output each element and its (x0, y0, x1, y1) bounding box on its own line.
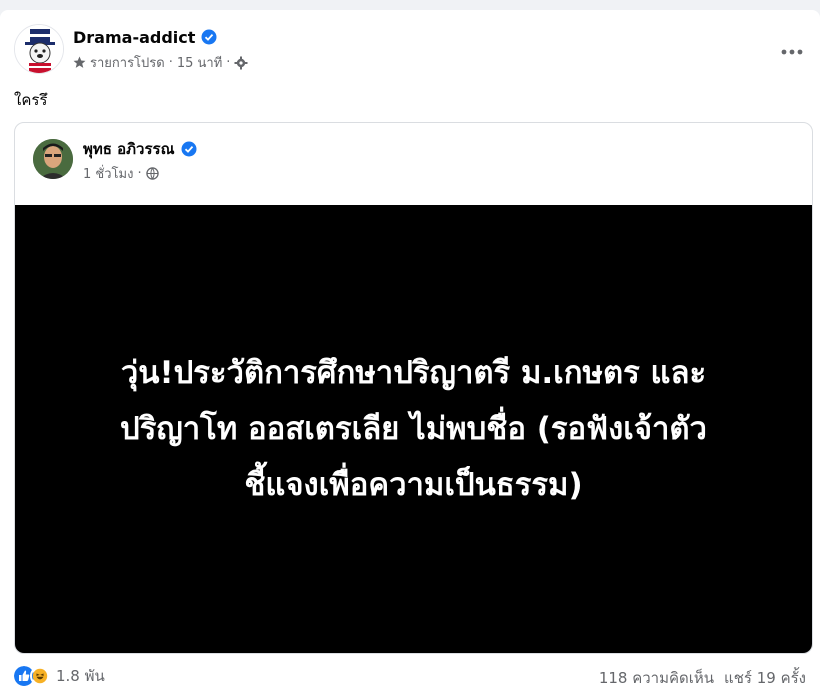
headline-line: วุ่น!ประวัติการศึกษาปริญาตรี ม.เกษตร และ (120, 355, 707, 391)
post-stats: 118 ความคิดเห็น แชร์ 19 ครั้ง (599, 666, 806, 690)
reactions-summary[interactable]: 1.8 พัน (14, 664, 105, 688)
author-name[interactable]: Drama-addict (73, 28, 195, 47)
shared-author-name[interactable]: พุทธ อภิวรรณ (83, 137, 175, 161)
post-footer: 1.8 พัน 118 ความคิดเห็น แชร์ 19 ครั้ง (14, 662, 806, 688)
comments-count[interactable]: 118 ความคิดเห็น (599, 666, 714, 690)
favorites-label[interactable]: รายการโปรด (90, 52, 165, 73)
meta-separator: · (137, 166, 142, 181)
person-avatar-image (33, 139, 73, 179)
headline-line: ชี้แจงเพื่อความเป็นธรรม) (244, 467, 583, 503)
globe-icon (145, 167, 159, 180)
headline-line: ปริญาโท ออสเตรเลีย ไม่พบชื่อ (รอฟังเจ้าต… (120, 411, 707, 447)
author-block: Drama-addict รายการโปรด · 15 นาที · (73, 26, 248, 73)
post-header: Drama-addict รายการโปรด · 15 นาที · (14, 24, 806, 74)
settings-gear-icon[interactable] (234, 56, 248, 70)
more-dots-icon (781, 49, 803, 55)
shares-count[interactable]: แชร์ 19 ครั้ง (724, 666, 806, 690)
post-text: ใครรึ (14, 91, 48, 109)
haha-reaction-icon (30, 666, 50, 686)
reaction-count[interactable]: 1.8 พัน (56, 664, 105, 688)
headline-text: วุ่น!ประวัติการศึกษาปริญาตรี ม.เกษตร และ… (34, 345, 794, 513)
verified-badge-icon (181, 141, 197, 157)
verified-badge-icon (201, 29, 217, 45)
meta-separator: · (168, 55, 173, 70)
author-avatar[interactable] (14, 24, 64, 74)
post-time[interactable]: 15 นาที (177, 52, 222, 73)
shared-post-time[interactable]: 1 ชั่วโมง (83, 163, 133, 184)
shared-image-panel[interactable]: วุ่น!ประวัติการศึกษาปริญาตรี ม.เกษตร และ… (15, 205, 812, 653)
shared-post-card[interactable]: พุทธ อภิวรรณ 1 ชั่วโมง · วุ่น!ประวัติการ… (14, 122, 813, 654)
more-options-button[interactable] (778, 42, 806, 62)
uncle-sam-dog-avatar-image (15, 25, 63, 73)
meta-separator: · (226, 55, 231, 70)
post-card: Drama-addict รายการโปรด · 15 นาที · ใครร… (0, 10, 820, 696)
shared-author-avatar[interactable] (33, 139, 73, 179)
star-icon (73, 56, 86, 68)
